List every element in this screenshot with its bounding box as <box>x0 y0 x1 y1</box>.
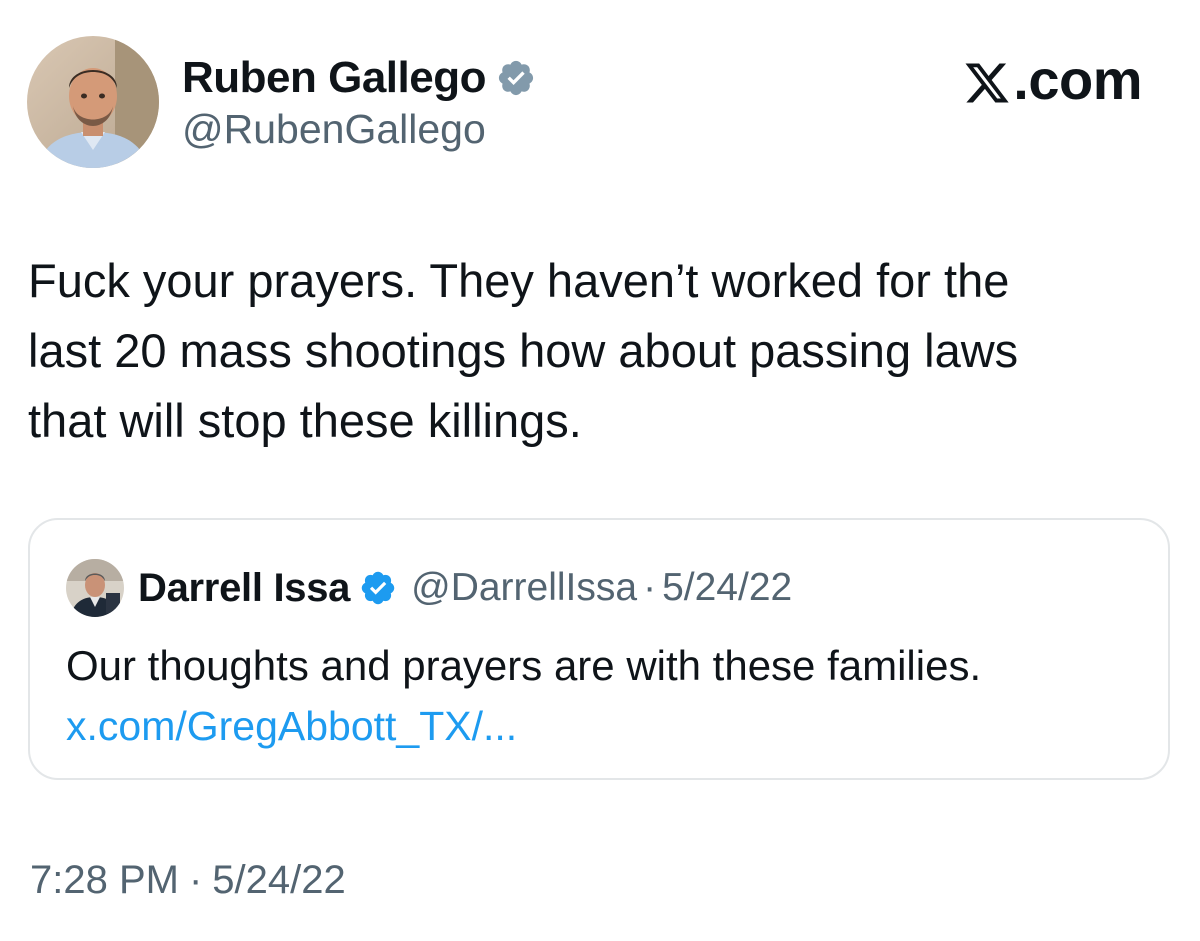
quoted-date[interactable]: 5/24/22 <box>662 566 792 610</box>
author-name-row: Ruben Gallego <box>182 50 536 106</box>
quoted-avatar-image <box>66 559 124 617</box>
author-avatar[interactable] <box>27 36 159 168</box>
author-display-name[interactable]: Ruben Gallego <box>182 53 486 103</box>
x-logo-icon <box>963 55 1011 103</box>
brand-label: .com <box>1013 47 1142 111</box>
brand-watermark: .com <box>963 47 1142 111</box>
tweet-time[interactable]: 7:28 PM <box>30 858 179 903</box>
quoted-display-name[interactable]: Darrell Issa <box>138 566 350 611</box>
tweet-timestamp: 7:28 PM · 5/24/22 <box>30 858 346 903</box>
quoted-tweet[interactable]: Darrell Issa @DarrellIssa · 5/24/22 Our … <box>28 518 1170 780</box>
tweet-card: Ruben Gallego @RubenGallego .com Fuck yo… <box>0 0 1200 941</box>
quoted-tweet-header: Darrell Issa @DarrellIssa · 5/24/22 <box>66 558 792 618</box>
author-avatar-image <box>27 36 159 168</box>
author-handle[interactable]: @RubenGallego <box>182 106 486 153</box>
footer-separator: · <box>188 858 203 902</box>
quoted-separator: · <box>643 566 657 609</box>
tweet-text: Fuck your prayers. They haven’t worked f… <box>28 254 1019 447</box>
verified-badge-icon <box>496 58 536 98</box>
quoted-tweet-link[interactable]: x.com/GregAbbott_TX/... <box>66 700 517 752</box>
verified-badge-icon <box>359 569 397 607</box>
quoted-author-avatar[interactable] <box>66 559 124 617</box>
quoted-tweet-text: Our thoughts and prayers are with these … <box>66 642 982 689</box>
quoted-handle[interactable]: @DarrellIssa <box>411 566 637 610</box>
tweet-date[interactable]: 5/24/22 <box>212 858 345 903</box>
